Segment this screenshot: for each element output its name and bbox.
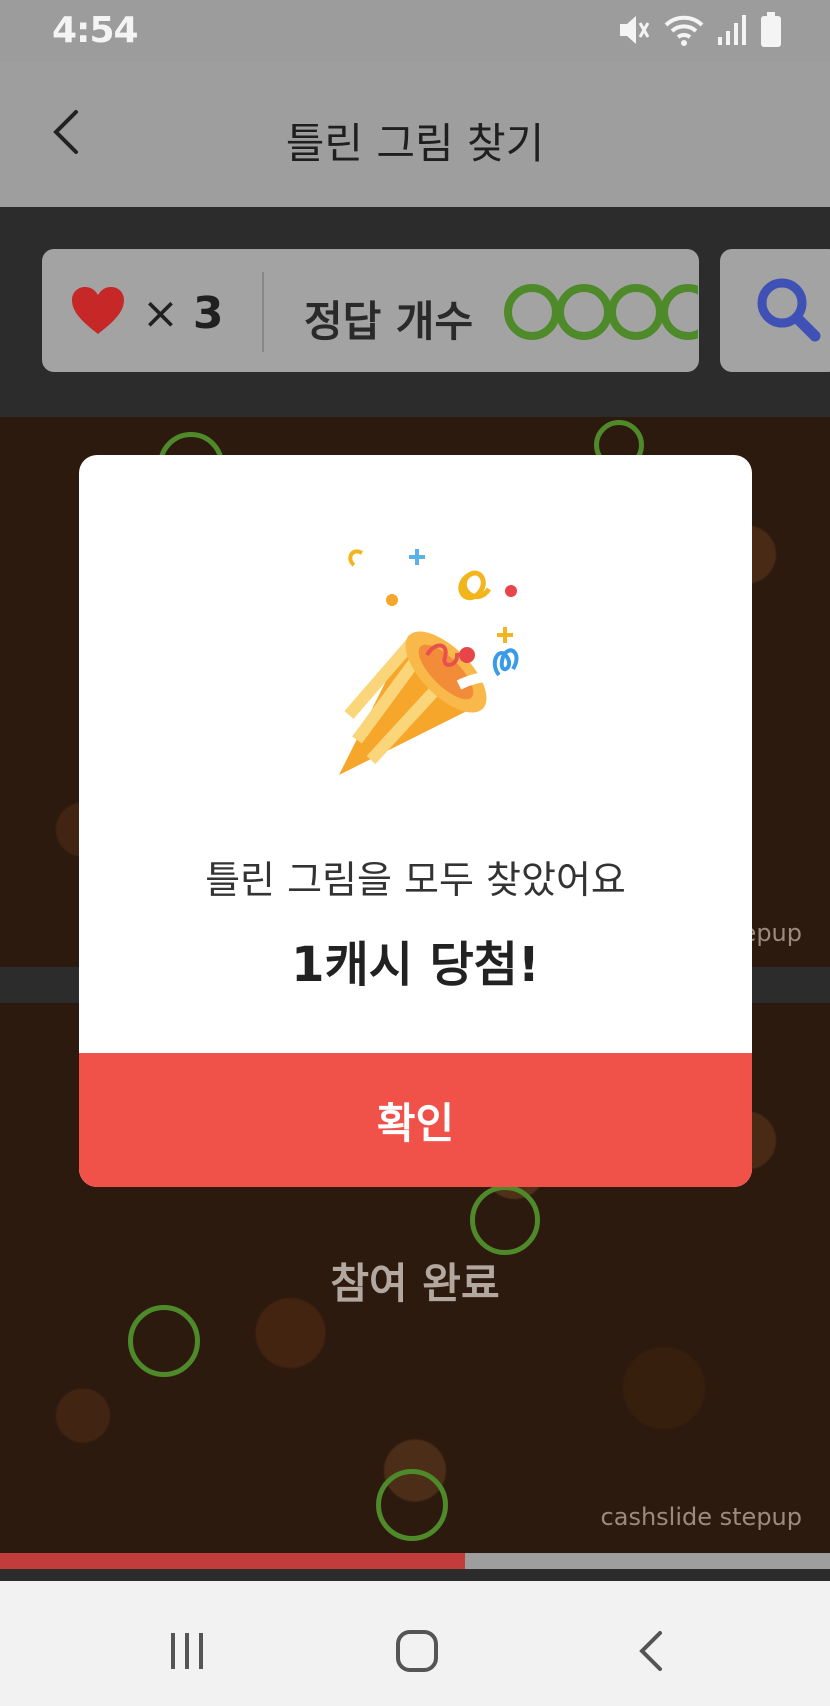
dialog-prize: 1캐시 당첨! <box>291 937 540 993</box>
progress-fill <box>0 1553 465 1569</box>
progress-bar <box>0 1553 830 1569</box>
info-divider <box>262 272 264 352</box>
mute-icon <box>620 16 650 44</box>
found-marker <box>470 1185 540 1255</box>
battery-icon <box>761 12 781 47</box>
confirm-button[interactable]: 확인 <box>79 1053 752 1187</box>
dialog-message: 틀린 그림을 모두 찾았어요 <box>205 858 626 902</box>
status-bar: 4:54 <box>0 0 830 62</box>
status-time: 4:54 <box>52 10 139 51</box>
nav-back-button[interactable] <box>612 1611 692 1691</box>
home-icon <box>396 1630 438 1672</box>
found-marker <box>128 1305 200 1377</box>
watermark: cashslide stepup <box>600 1503 802 1531</box>
success-dialog: 틀린 그림을 모두 찾았어요 1캐시 당첨! 확인 <box>79 455 752 1187</box>
lives-count: × 3 <box>142 288 224 339</box>
answer-rings-icon <box>504 284 698 340</box>
search-icon <box>757 278 821 342</box>
answers-label: 정답 개수 <box>304 297 474 346</box>
lives-number: 3 <box>192 288 224 339</box>
system-nav-bar <box>0 1581 830 1706</box>
recents-button[interactable] <box>147 1611 227 1691</box>
status-icons <box>616 12 782 48</box>
answers-indicator <box>502 280 698 344</box>
recents-icon <box>171 1633 203 1669</box>
wifi-icon <box>664 15 704 46</box>
page-title: 틀린 그림 찾기 <box>285 119 545 168</box>
nav-back-icon <box>639 1631 662 1671</box>
signal-icon <box>718 15 746 45</box>
found-marker <box>376 1469 448 1541</box>
lives-symbol: × <box>142 288 179 339</box>
party-popper-icon <box>339 549 519 775</box>
hint-search-button[interactable] <box>720 249 830 372</box>
completed-label: 참여 완료 <box>330 1259 500 1308</box>
progress-gap <box>0 1569 830 1581</box>
app-bar: 틀린 그림 찾기 <box>0 62 830 207</box>
heart-icon <box>72 287 124 334</box>
home-button[interactable] <box>377 1611 457 1691</box>
